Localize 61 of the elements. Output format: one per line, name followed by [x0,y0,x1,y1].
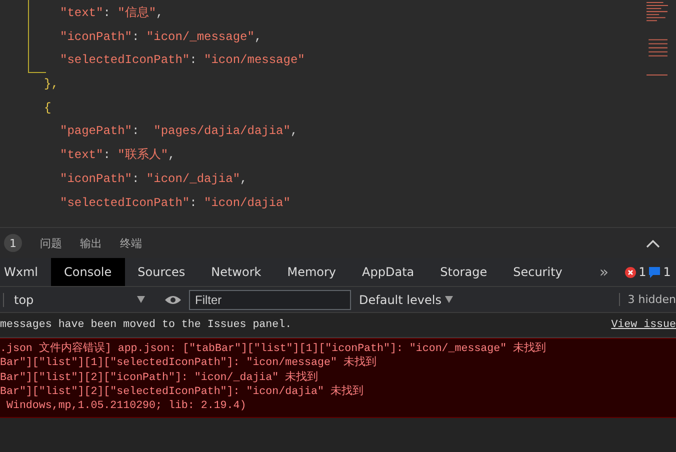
view-issues-link[interactable]: View issue [611,319,676,331]
hidden-count: 3 hidden [618,293,676,306]
panel-tab[interactable]: 输出 [80,236,102,250]
devtools-tab[interactable]: Sources [124,258,198,286]
code-line: "icon/message" [204,52,305,70]
count-badge: 1 [4,234,22,252]
caret-icon [137,296,145,303]
code-punctuation: , [240,170,248,188]
devtools-tab[interactable]: AppData [349,258,428,286]
code-punctuation: : [132,170,140,188]
code-punctuation: : [190,194,198,212]
code-line: "icon/dajia" [204,194,290,212]
notice-text: messages have been moved to the Issues panel. [0,319,292,331]
filter-field[interactable]: Filter [189,290,351,310]
code-punctuation: , [168,147,176,164]
levels-dropdown[interactable]: Default levels [359,292,458,306]
panel-tab[interactable]: 问题 [40,236,62,250]
code-line: "icon/_dajia" [146,170,240,188]
devtools-tab[interactable]: Console [51,258,125,286]
devtools-tab[interactable]: Memory [274,258,350,286]
code-line: "icon/_message" [146,28,254,46]
error-text: Bar"]["list"][2]["iconPath"]: "icon/_dajia" 未找到 [0,370,320,385]
code-line: "pages/dajia/dajia" [154,123,290,140]
error-count[interactable]: 1 [638,265,646,279]
code-line: "iconPath" [60,170,132,188]
code-line: "pagePath" [60,123,132,140]
error-text: .json 文件内容错误] app.json: ["tabBar"]["list"][1]["iconPath"]: "icon/_message" 未找到 [0,342,548,356]
message-count[interactable]: 1 [663,265,671,279]
code-punctuation: , [290,123,298,140]
code-punctuation: : [103,147,112,164]
code-punctuation: : [103,5,112,22]
caret-icon [445,296,454,303]
devtools-tab[interactable]: Security [500,258,576,286]
code-line: "text" [60,147,104,164]
code-punctuation: : [132,123,140,140]
error-text: Windows,mp,1.05.2110290; lib: 2.19.4) [5,399,248,414]
devtools-tab[interactable]: Wxml [0,258,51,286]
code-brace: { [44,100,52,117]
context-dropdown[interactable]: top [3,292,149,306]
code-line: "信息" [118,5,156,22]
code-editor[interactable]: "text": "信息", "iconPath": "icon/_message", "selectedIconPath": "icon/message" }, { "pagePath": "pages/dajia/dajia", "text": "联系人", "iconPath": "icon/_dajia", "selectedIconPath": "icon/dajia" [0,0,676,228]
error-text: Bar"]["list"][1]["selectedIconPath"]: "icon/message" 未找到 [0,356,378,371]
code-punctuation: , [156,5,164,22]
more-tabs-button[interactable]: » [575,258,625,286]
code-punctuation: : [190,52,198,70]
error-icon [624,266,636,278]
message-icon [649,266,660,278]
chevron-up-icon[interactable] [646,238,660,248]
code-line: "selectedIconPath" [60,194,190,212]
code-line: "联系人" [118,147,168,164]
code-brace: }, [44,76,58,94]
eye-icon[interactable] [165,294,181,304]
code-line: "selectedIconPath" [60,52,190,70]
devtools-tab[interactable]: Storage [427,258,500,286]
panel-tab[interactable]: 终端 [120,236,142,250]
code-line: "text" [60,5,104,22]
code-line: "iconPath" [60,28,132,46]
code-punctuation: , [254,28,262,46]
error-text: Bar"]["list"][2]["selectedIconPath"]: "icon/dajia" 未找到 [0,384,364,400]
code-punctuation: : [132,28,140,46]
devtools-tab[interactable]: Network [198,258,274,286]
